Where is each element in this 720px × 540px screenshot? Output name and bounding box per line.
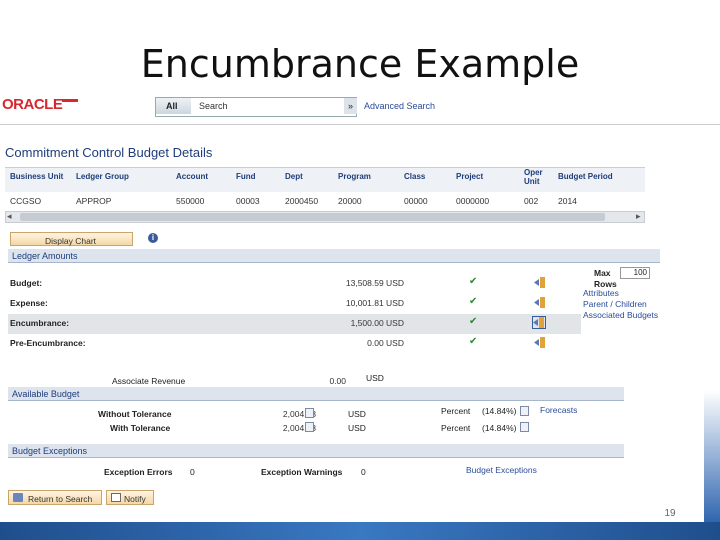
budget-exceptions-section[interactable]: Budget Exceptions — [8, 444, 624, 458]
with-percent-value: (14.84%) — [482, 423, 517, 433]
col-oper-unit: Oper Unit — [524, 168, 543, 186]
pre-encumbrance-value: 0.00 USD — [367, 338, 404, 348]
encumbrance-label: Encumbrance: — [10, 318, 70, 328]
info-icon[interactable]: i — [148, 233, 158, 243]
encumbrance-value: 1,500.00 USD — [350, 318, 404, 328]
parent-children-link[interactable]: Parent / Children — [583, 299, 647, 309]
calendar-icon[interactable] — [520, 422, 529, 432]
col-dept: Dept — [285, 172, 303, 181]
scroll-right-icon[interactable]: ▸ — [636, 211, 641, 222]
ledger-amounts-section[interactable]: Ledger Amounts — [8, 249, 660, 263]
attributes-link[interactable]: Attributes — [583, 288, 619, 298]
top-bar — [0, 90, 720, 125]
budget-drill-icon[interactable] — [534, 277, 546, 288]
col-business-unit: Business Unit — [10, 172, 64, 181]
max-rows-label: Max Rows — [594, 268, 617, 289]
associate-revenue-currency: USD — [366, 373, 384, 383]
slide-title: Encumbrance Example — [140, 42, 580, 86]
cell-account: 550000 — [176, 196, 205, 206]
expense-drill-icon[interactable] — [534, 297, 546, 308]
return-icon — [13, 493, 23, 502]
calendar-icon[interactable] — [520, 406, 529, 416]
pre-encumbrance-label: Pre-Encumbrance: — [10, 338, 86, 348]
budget-check-icon[interactable]: ✔ — [469, 276, 477, 287]
col-ledger-group: Ledger Group — [76, 172, 129, 181]
exception-warnings-label: Exception Warnings — [261, 467, 343, 477]
page-title: Commitment Control Budget Details — [5, 145, 213, 160]
cell-oper-unit: 002 — [524, 196, 539, 206]
cell-fund: 00003 — [236, 196, 260, 206]
without-tolerance-currency: USD — [348, 409, 366, 419]
notify-icon — [111, 493, 121, 502]
exception-errors-value: 0 — [190, 467, 195, 477]
cell-dept: 2000450 — [285, 196, 319, 206]
logo-swoosh-icon — [62, 99, 78, 102]
cell-program: 20000 — [338, 196, 362, 206]
search-scope-select[interactable]: All — [156, 98, 191, 114]
cell-class: 00000 — [404, 196, 428, 206]
page-number: 19 — [664, 508, 676, 519]
horizontal-scrollbar[interactable] — [5, 211, 645, 223]
budget-value: 13,508.59 USD — [345, 278, 404, 288]
slide-decoration-right — [704, 390, 720, 522]
oracle-logo: ORACLE — [2, 96, 63, 113]
forecasts-link[interactable]: Forecasts — [540, 405, 577, 415]
max-rows-input[interactable]: 100 — [620, 267, 650, 279]
cell-ledger-group: APPROP — [76, 196, 112, 206]
associate-revenue-label: Associate Revenue — [112, 376, 186, 386]
col-program: Program — [338, 172, 371, 181]
col-project: Project — [456, 172, 484, 181]
without-percent-label: Percent — [441, 406, 471, 416]
cell-business-unit: CCGSO — [10, 196, 42, 206]
col-class: Class — [404, 172, 426, 181]
advanced-search-link[interactable]: Advanced Search — [364, 101, 435, 111]
exception-warnings-value: 0 — [361, 467, 366, 477]
calendar-icon[interactable] — [305, 408, 314, 418]
exception-errors-label: Exception Errors — [104, 467, 173, 477]
encumbrance-check-icon[interactable]: ✔ — [469, 316, 477, 327]
col-budget-period: Budget Period — [558, 172, 613, 181]
expense-check-icon[interactable]: ✔ — [469, 296, 477, 307]
notify-label: Notify — [124, 494, 146, 504]
search-go-button[interactable]: » — [344, 98, 357, 114]
without-tolerance-label: Without Tolerance — [98, 409, 172, 419]
slide-footer-bar — [0, 522, 720, 540]
budget-exceptions-link[interactable]: Budget Exceptions — [466, 465, 537, 475]
cell-budget-period: 2014 — [558, 196, 577, 206]
scroll-left-icon[interactable]: ◂ — [7, 211, 12, 222]
cell-project: 0000000 — [456, 196, 490, 206]
encumbrance-row-highlight — [8, 314, 581, 334]
return-to-search-button[interactable]: Return to Search — [8, 490, 102, 505]
scrollbar-thumb[interactable] — [20, 213, 605, 221]
display-chart-button[interactable]: Display Chart — [10, 232, 133, 246]
with-tolerance-label: With Tolerance — [110, 423, 171, 433]
col-fund: Fund — [236, 172, 256, 181]
return-label: Return to Search — [28, 494, 93, 504]
col-account: Account — [176, 172, 208, 181]
pre-encumbrance-drill-icon[interactable] — [534, 337, 546, 348]
pre-encumbrance-check-icon[interactable]: ✔ — [469, 336, 477, 347]
with-percent-label: Percent — [441, 423, 471, 433]
associate-revenue-value: 0.00 — [329, 376, 346, 386]
encumbrance-drill-icon[interactable] — [532, 316, 546, 329]
budget-label: Budget: — [10, 278, 43, 288]
display-chart-label: Display Chart — [45, 236, 97, 246]
associated-budgets-link[interactable]: Associated Budgets — [583, 310, 658, 320]
without-percent-value: (14.84%) — [482, 406, 517, 416]
expense-label: Expense: — [10, 298, 48, 308]
with-tolerance-currency: USD — [348, 423, 366, 433]
calendar-icon[interactable] — [305, 422, 314, 432]
search-input[interactable]: Search — [199, 101, 228, 111]
notify-button[interactable]: Notify — [106, 490, 154, 505]
expense-value: 10,001.81 USD — [345, 298, 404, 308]
available-budget-section[interactable]: Available Budget — [8, 387, 624, 401]
